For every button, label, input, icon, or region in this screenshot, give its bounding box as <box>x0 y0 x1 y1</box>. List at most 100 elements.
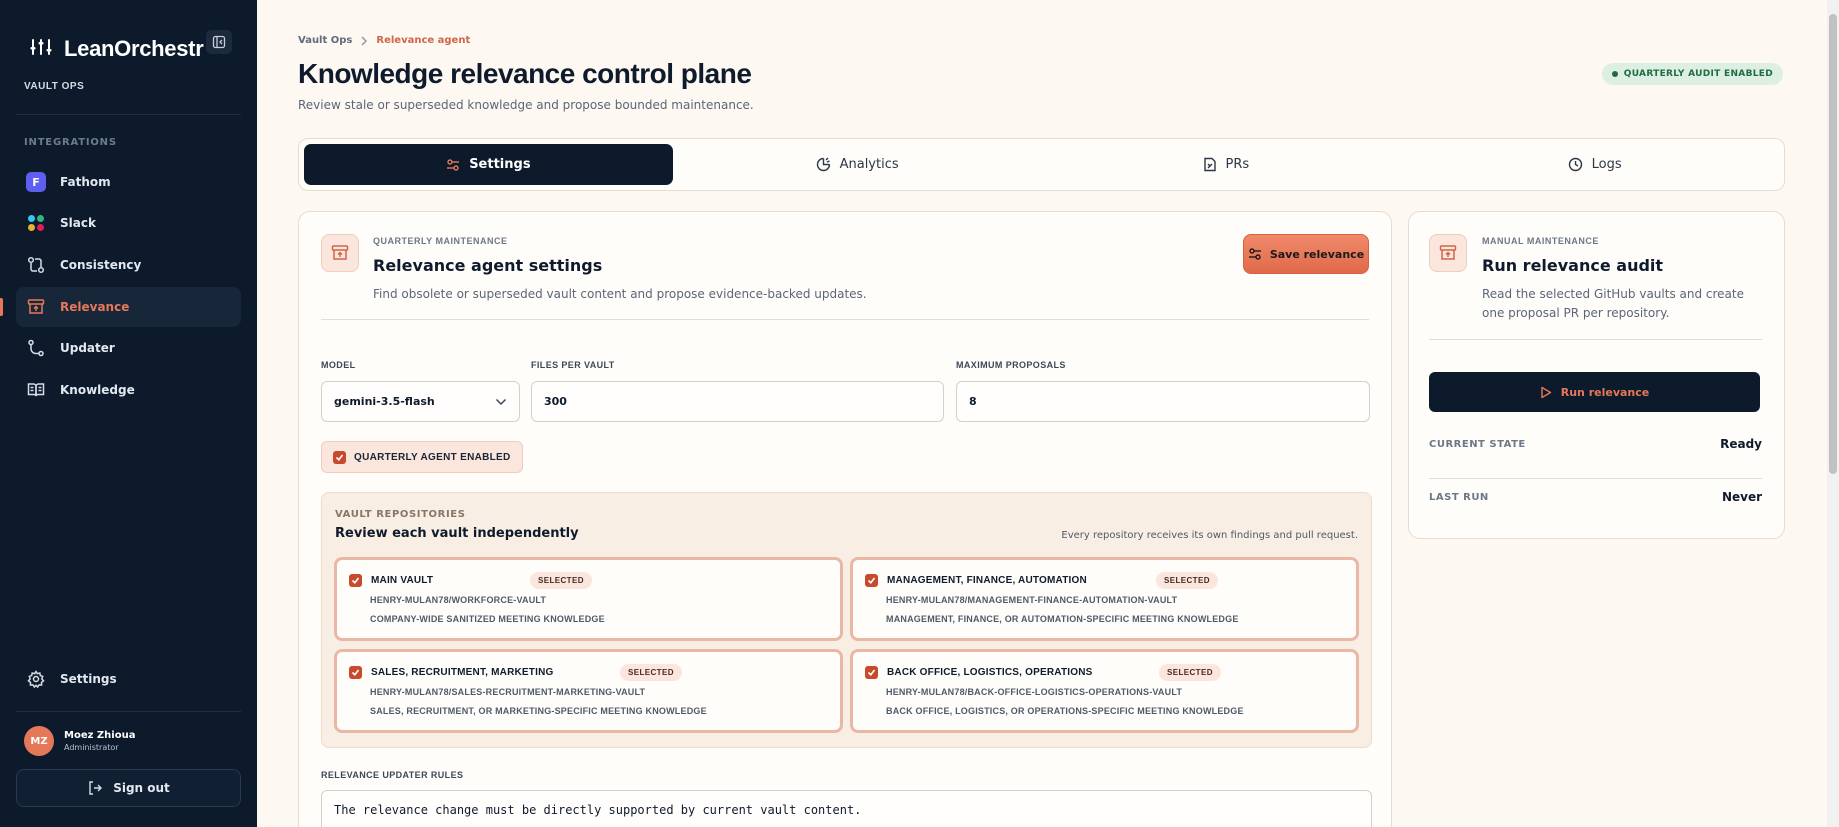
repositories-eyebrow: VAULT REPOSITORIES <box>335 509 466 520</box>
run-relevance-audit-card: MANUAL MAINTENANCE Run relevance audit R… <box>1408 211 1785 539</box>
tab-prs[interactable]: PRs <box>1042 144 1411 185</box>
sidebar-item-label: Consistency <box>60 258 142 272</box>
sidebar-item-label: Fathom <box>60 175 111 189</box>
repositories-note: Every repository receives its own findin… <box>1061 530 1358 541</box>
selected-badge: SELECTED <box>1156 572 1218 589</box>
selected-badge: SELECTED <box>1159 664 1221 681</box>
repo-description: SALES, RECRUITMENT, OR MARKETING-SPECIFI… <box>370 706 707 716</box>
run-relevance-label: Run relevance <box>1560 385 1650 399</box>
checkbox-checked-icon[interactable] <box>865 574 878 587</box>
repo-name: MANAGEMENT, FINANCE, AUTOMATION <box>887 575 1087 586</box>
repo-path: HENRY-MULAN78/SALES-RECRUITMENT-MARKETIN… <box>370 687 646 697</box>
archive-icon <box>26 297 46 317</box>
tab-label: PRs <box>1225 157 1250 172</box>
tab-logs[interactable]: Logs <box>1410 144 1779 185</box>
page-subtitle: Review stale or superseded knowledge and… <box>298 98 754 112</box>
sign-out-icon <box>89 781 103 795</box>
page-scrollbar[interactable] <box>1827 0 1839 827</box>
sidebar-item-knowledge[interactable]: Knowledge <box>16 370 241 410</box>
sidebar: LeanOrchestr VAULT OPS INTEGRATIONS F Fa… <box>0 0 257 827</box>
files-per-vault-input[interactable]: 300 <box>531 381 944 422</box>
sidebar-item-relevance[interactable]: Relevance <box>16 287 241 327</box>
repo-name: MAIN VAULT <box>371 575 434 586</box>
save-relevance-label: Save relevance <box>1269 247 1365 261</box>
model-value: gemini-3.5-flash <box>334 395 435 408</box>
model-select[interactable]: gemini-3.5-flash <box>321 381 520 422</box>
consistency-icon <box>26 255 46 275</box>
current-state-value: Ready <box>1720 437 1762 451</box>
chevron-down-icon <box>495 398 507 405</box>
breadcrumb-current: Relevance agent <box>376 35 471 46</box>
integrations-section-label: INTEGRATIONS <box>24 137 117 148</box>
sign-out-button[interactable]: Sign out <box>16 769 241 807</box>
analytics-icon <box>816 157 830 172</box>
repo-description: BACK OFFICE, LOGISTICS, OR OPERATIONS-SP… <box>886 706 1244 716</box>
run-relevance-button[interactable]: Run relevance <box>1429 372 1760 412</box>
files-per-vault-value: 300 <box>544 395 567 408</box>
checkbox-checked-icon[interactable] <box>333 450 346 464</box>
gear-icon <box>26 669 46 689</box>
quarterly-agent-label: QUARTERLY AGENT ENABLED <box>354 451 511 463</box>
repo-card-back-office[interactable]: BACK OFFICE, LOGISTICS, OPERATIONS SELEC… <box>850 649 1359 733</box>
repo-card-sales-recruitment[interactable]: SALES, RECRUITMENT, MARKETING SELECTED H… <box>334 649 843 733</box>
current-state-label: CURRENT STATE <box>1429 439 1526 450</box>
clock-icon <box>1568 157 1582 172</box>
sidebar-item-label: Slack <box>60 216 96 230</box>
save-relevance-button[interactable]: Save relevance <box>1243 234 1369 274</box>
last-run-label: LAST RUN <box>1429 492 1489 503</box>
sliders-icon <box>1248 248 1261 260</box>
updater-rules-textarea[interactable]: The relevance change must be directly su… <box>321 790 1372 827</box>
sidebar-item-label: Settings <box>60 672 117 686</box>
checkbox-checked-icon[interactable] <box>349 574 362 587</box>
card-description: Read the selected GitHub vaults and crea… <box>1482 287 1744 320</box>
archive-icon <box>321 234 359 272</box>
sidebar-item-slack[interactable]: Slack <box>16 203 241 243</box>
updater-rules-label: RELEVANCE UPDATER RULES <box>321 770 464 780</box>
card-title: Relevance agent settings <box>373 256 603 275</box>
maximum-proposals-input[interactable]: 8 <box>956 381 1370 422</box>
sidebar-item-settings[interactable]: Settings <box>16 659 241 699</box>
sidebar-divider <box>16 114 241 115</box>
breadcrumb-root[interactable]: Vault Ops <box>298 35 352 46</box>
selected-badge: SELECTED <box>620 664 682 681</box>
git-branch-icon <box>26 338 46 358</box>
breadcrumb: Vault Ops Relevance agent <box>298 35 470 46</box>
sidebar-item-label: Relevance <box>60 300 130 314</box>
fathom-icon: F <box>26 172 46 192</box>
tab-settings[interactable]: Settings <box>304 144 673 185</box>
book-icon <box>26 380 46 400</box>
sidebar-item-label: Updater <box>60 341 115 355</box>
checkbox-checked-icon[interactable] <box>349 666 362 679</box>
avatar: MZ <box>24 726 54 756</box>
vault-repositories-panel: VAULT REPOSITORIES Review each vault ind… <box>321 492 1372 748</box>
sign-out-label: Sign out <box>113 781 170 795</box>
repositories-title: Review each vault independently <box>335 526 579 541</box>
repo-description: COMPANY-WIDE SANITIZED MEETING KNOWLEDGE <box>370 614 605 624</box>
user-profile[interactable]: MZ Moez Zhioua Administrator <box>24 726 135 756</box>
repo-path: HENRY-MULAN78/WORKFORCE-VAULT <box>370 595 547 605</box>
status-badge-label: QUARTERLY AUDIT ENABLED <box>1623 69 1773 79</box>
card-eyebrow: MANUAL MAINTENANCE <box>1482 236 1599 246</box>
quarterly-agent-toggle[interactable]: QUARTERLY AGENT ENABLED <box>321 441 523 473</box>
play-icon <box>1541 386 1551 398</box>
sidebar-item-fathom[interactable]: F Fathom <box>16 162 241 202</box>
card-title: Run relevance audit <box>1482 256 1664 275</box>
collapse-sidebar-button[interactable] <box>206 30 232 54</box>
sliders-icon <box>447 158 460 171</box>
active-indicator <box>0 298 3 316</box>
sidebar-item-consistency[interactable]: Consistency <box>16 245 241 285</box>
tab-analytics[interactable]: Analytics <box>673 144 1042 185</box>
model-label: MODEL <box>321 360 356 370</box>
brand[interactable]: LeanOrchestr <box>30 36 204 62</box>
sidebar-item-label: Knowledge <box>60 383 135 397</box>
slack-icon <box>26 213 46 233</box>
sidebar-item-updater[interactable]: Updater <box>16 328 241 368</box>
checkbox-checked-icon[interactable] <box>865 666 878 679</box>
tab-label: Analytics <box>839 157 899 172</box>
repo-card-management-finance[interactable]: MANAGEMENT, FINANCE, AUTOMATION SELECTED… <box>850 557 1359 641</box>
scrollbar-thumb[interactable] <box>1829 14 1837 474</box>
status-badge: QUARTERLY AUDIT ENABLED <box>1601 63 1783 85</box>
app-name: LeanOrchestr <box>64 36 204 61</box>
last-run-value: Never <box>1721 490 1762 504</box>
repo-card-main-vault[interactable]: MAIN VAULT SELECTED HENRY-MULAN78/WORKFO… <box>334 557 843 641</box>
